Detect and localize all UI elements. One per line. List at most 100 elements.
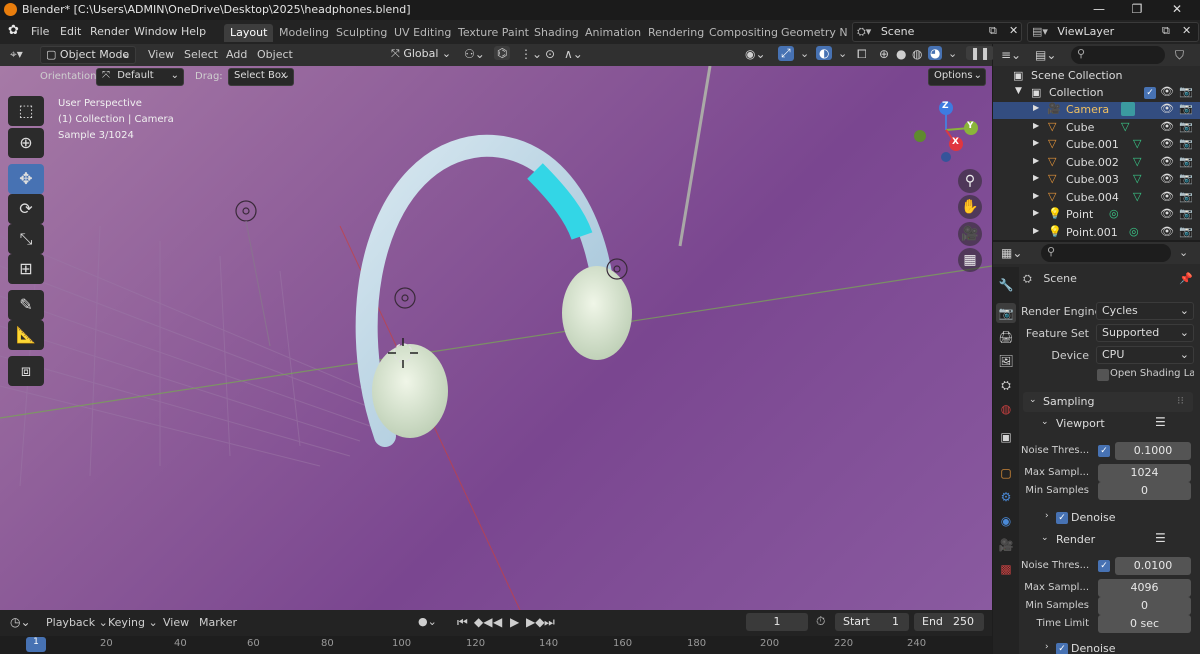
r-min-samples-field[interactable]: 0 <box>1098 597 1191 615</box>
camera-render-icon[interactable]: 📷 <box>1179 120 1193 133</box>
r-noise-threshold-field[interactable]: 0.0100 <box>1115 557 1191 575</box>
stopwatch-icon[interactable]: ⏱ <box>816 614 825 629</box>
expand-arrow-icon[interactable]: ▶ <box>1033 121 1039 130</box>
duplicate-viewlayer-icon[interactable]: ⧉ <box>1162 24 1170 38</box>
end-frame-field[interactable]: End 250 <box>914 613 984 631</box>
eye-icon[interactable]: 👁 <box>1160 172 1174 185</box>
jump-start-icon[interactable]: ⏮ <box>457 615 468 630</box>
rotate-tool-icon[interactable]: ⟳ <box>8 194 44 224</box>
pin-icon[interactable]: 📌 <box>1179 272 1193 285</box>
menu-view[interactable]: View <box>148 48 174 61</box>
menu-object[interactable]: Object <box>257 48 293 61</box>
outliner-scene-collection[interactable]: ▣ Scene Collection <box>993 68 1200 85</box>
pivot-point-icon[interactable]: ⚇⌄ <box>464 47 485 61</box>
outliner-item-point-001[interactable]: ▶ 💡 Point.001 ◎ 👁 📷 <box>993 225 1200 240</box>
output-tab-icon[interactable]: 🖨 <box>996 327 1016 347</box>
tab-geometry-nodes[interactable]: Geometry Noc <box>775 24 847 42</box>
collection-exclude-checkbox[interactable]: ✓ <box>1144 87 1156 99</box>
xray-toggle-icon[interactable]: ⧠ <box>857 47 867 62</box>
camera-render-icon[interactable]: 📷 <box>1179 155 1193 168</box>
snap-target-icon[interactable]: ⋮⌄ <box>520 47 542 61</box>
duplicate-scene-icon[interactable]: ⧉ <box>989 24 997 38</box>
jump-end-icon[interactable]: ⏭ <box>544 615 555 630</box>
expand-arrow-icon[interactable]: ▶ <box>1033 191 1039 200</box>
measure-tool-icon[interactable]: 📐 <box>8 320 44 350</box>
eye-icon[interactable]: 👁 <box>1160 225 1174 238</box>
eye-icon[interactable]: 👁 <box>1160 137 1174 150</box>
delete-scene-icon[interactable]: ✕ <box>1009 24 1018 37</box>
presets-list-icon[interactable]: ☰ <box>1155 531 1166 545</box>
play-reverse-icon[interactable]: ◀ <box>493 615 502 629</box>
tab-compositing[interactable]: Compositing <box>703 24 784 42</box>
playhead[interactable]: 1 <box>26 637 46 652</box>
tab-layout[interactable]: Layout <box>224 24 274 42</box>
tab-modeling[interactable]: Modeling <box>273 24 335 42</box>
blender-menu-icon[interactable]: ✿ <box>8 23 19 38</box>
camera-render-icon[interactable]: 📷 <box>1179 137 1193 150</box>
expand-arrow-icon[interactable]: ▶ <box>1033 103 1039 112</box>
camera-render-icon[interactable]: 📷 <box>1179 172 1193 185</box>
pause-render-icon[interactable]: ❚❚ <box>966 46 995 60</box>
frame-ruler[interactable]: 1 20 40 60 80 100 120 140 160 180 200 22… <box>0 636 992 654</box>
presets-list-icon[interactable]: ☰ <box>1155 415 1166 429</box>
outliner-item-cube-002[interactable]: ▶ ▽ Cube.002 ▽ 👁 📷 <box>993 155 1200 172</box>
open-shading-language-checkbox[interactable] <box>1097 369 1109 381</box>
viewport-subpanel-header[interactable]: ⌄ Viewport ☰ <box>1023 414 1193 434</box>
timeline-menu-keying[interactable]: Keying ⌄ <box>108 616 158 629</box>
vp-max-samples-field[interactable]: 1024 <box>1098 464 1191 482</box>
display-mode-icon[interactable]: ▤⌄ <box>1035 48 1056 62</box>
outliner-item-point[interactable]: ▶ 💡 Point ◎ 👁 📷 <box>993 207 1200 224</box>
menu-file[interactable]: File <box>31 25 49 38</box>
drag-handle-icon[interactable]: ⁝⁝ <box>1177 394 1184 407</box>
expand-arrow-icon[interactable]: ▶ <box>1033 173 1039 182</box>
outliner-search-input[interactable]: ⚲ <box>1071 46 1165 64</box>
gizmo-dropdown-icon[interactable]: ⌄ <box>800 47 809 60</box>
menu-render[interactable]: Render <box>90 25 129 38</box>
menu-window[interactable]: Window <box>134 25 177 38</box>
wireframe-shading-icon[interactable]: ⊕ <box>879 47 889 61</box>
properties-editor-icon[interactable]: ▦⌄ <box>1001 246 1022 260</box>
eye-icon[interactable]: 👁 <box>1160 207 1174 220</box>
eye-icon[interactable]: 👁 <box>1160 155 1174 168</box>
visibility-icon[interactable]: ◉⌄ <box>745 47 766 61</box>
r-denoise-checkbox[interactable]: ✓ <box>1056 643 1068 654</box>
menu-edit[interactable]: Edit <box>60 25 81 38</box>
timeline-menu-playback[interactable]: Playback ⌄ <box>46 616 108 629</box>
proportional-edit-icon[interactable]: ⊙ <box>545 47 555 61</box>
vp-noise-threshold-checkbox[interactable]: ✓ <box>1098 445 1110 457</box>
orientation-dropdown[interactable]: ⤧ Default ⌄ <box>96 68 184 86</box>
delete-viewlayer-icon[interactable]: ✕ <box>1182 24 1191 37</box>
transform-tool-icon[interactable]: ⊞ <box>8 254 44 284</box>
tab-animation[interactable]: Animation <box>579 24 647 42</box>
viewlayer-selector[interactable]: ▤▾ ViewLayer ⧉ ✕ <box>1027 22 1199 42</box>
timeline-menu-view[interactable]: View <box>163 616 189 629</box>
feature-set-dropdown[interactable]: Supported ⌄ <box>1096 324 1194 342</box>
add-cube-tool-icon[interactable]: ⧈ <box>8 356 44 386</box>
shading-dropdown-icon[interactable]: ⌄ <box>948 47 957 60</box>
menu-add[interactable]: Add <box>226 48 247 61</box>
outliner-item-cube-003[interactable]: ▶ ▽ Cube.003 ▽ 👁 📷 <box>993 172 1200 189</box>
outliner-item-cube[interactable]: ▶ ▽ Cube ▽ 👁 📷 <box>993 120 1200 137</box>
eye-icon[interactable]: 👁 <box>1160 120 1174 133</box>
prev-keyframe-icon[interactable]: ◆◀ <box>474 615 492 629</box>
outliner-item-cube-001[interactable]: ▶ ▽ Cube.001 ▽ 👁 📷 <box>993 137 1200 154</box>
falloff-icon[interactable]: ∧⌄ <box>564 47 583 61</box>
r-noise-threshold-checkbox[interactable]: ✓ <box>1098 560 1110 572</box>
collection-tab-icon[interactable]: ▣ <box>996 427 1016 447</box>
expand-arrow-icon[interactable]: ▶ <box>1033 156 1039 165</box>
vp-denoise-checkbox[interactable]: ✓ <box>1056 512 1068 524</box>
drag-dropdown[interactable]: Select Box ⌄ <box>228 68 294 86</box>
camera-render-icon[interactable]: 📷 <box>1179 225 1193 238</box>
texture-tab-icon[interactable]: ▩ <box>996 559 1016 579</box>
gizmo-toggle-icon[interactable]: ⤢ <box>778 46 794 61</box>
expand-arrow-icon[interactable]: ▼ <box>1015 86 1022 96</box>
outliner-item-camera[interactable]: ▶ 🎥 Camera 👁 📷 <box>993 102 1200 119</box>
properties-options-icon[interactable]: ⌄ <box>1179 246 1188 259</box>
move-tool-icon[interactable]: ✥ <box>8 164 44 194</box>
render-tab-icon[interactable]: 📷 <box>996 303 1016 323</box>
maximize-button[interactable]: ❐ <box>1126 2 1148 16</box>
scale-tool-icon[interactable]: ⤡ <box>8 224 44 254</box>
r-max-samples-field[interactable]: 4096 <box>1098 579 1191 597</box>
expand-arrow-icon[interactable]: ▶ <box>1033 208 1039 217</box>
physics-tab-icon[interactable]: ◉ <box>996 511 1016 531</box>
